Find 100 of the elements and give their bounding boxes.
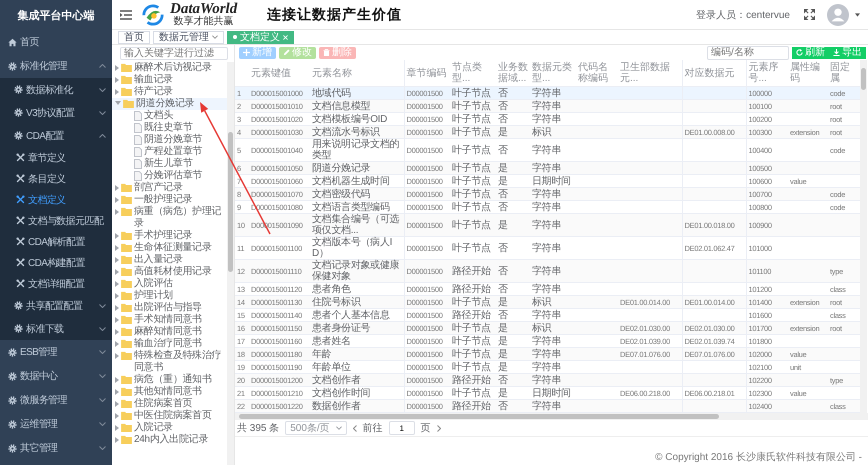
- vertical-scrollbar[interactable]: [860, 60, 867, 413]
- table-cell: 阴道分娩记录: [310, 162, 404, 174]
- menu-item[interactable]: 标准下载: [0, 317, 112, 340]
- folder-icon: [121, 231, 132, 240]
- table-cell: 字符串: [530, 188, 576, 200]
- chevron-up-icon: [99, 64, 106, 68]
- menu-item[interactable]: 其它管理: [0, 436, 112, 460]
- caret-down-icon[interactable]: [855, 12, 860, 16]
- tree-item[interactable]: 分娩评估章节: [112, 170, 227, 182]
- tree-item[interactable]: 手术护理记录: [112, 230, 227, 242]
- folder-icon: [121, 63, 132, 72]
- folder-icon: [121, 339, 132, 348]
- menu-item[interactable]: CDA解析配置: [0, 231, 112, 252]
- refresh-icon: [796, 49, 803, 56]
- user-label: 登录人员：centervue: [696, 8, 790, 22]
- gear-icon: [8, 420, 17, 428]
- menu-item[interactable]: 共享配置配置: [0, 294, 112, 317]
- table-cell: 否: [496, 260, 530, 282]
- pencil-icon: [283, 49, 290, 56]
- menu-item[interactable]: 微服务管理: [0, 388, 112, 412]
- menu-item[interactable]: CDA构建配置: [0, 252, 112, 273]
- table-cell: 文档流水号标识: [310, 126, 404, 138]
- tree-item[interactable]: 手术知情同意书: [112, 314, 227, 326]
- crossed-tools-icon: [16, 216, 25, 225]
- chevron-down-icon: [212, 35, 218, 39]
- tree-item[interactable]: 既往史章节: [112, 122, 227, 134]
- folder-icon: [121, 267, 132, 276]
- tree-item[interactable]: 病重（病危）护理记录: [112, 206, 227, 230]
- gear-icon: [14, 108, 23, 117]
- tree-item[interactable]: 中医住院病案首页: [112, 410, 227, 422]
- plus-icon: [243, 49, 250, 56]
- folder-icon: [121, 87, 132, 96]
- tree-item[interactable]: 高值耗材使用记录: [112, 266, 227, 278]
- menu-toggle-icon[interactable]: [120, 10, 132, 20]
- tree-item[interactable]: 生命体征测量记录: [112, 242, 227, 254]
- menu-item[interactable]: 条目定义: [0, 168, 112, 189]
- gear-icon: [14, 324, 23, 333]
- table-cell: 叶子节点: [450, 322, 496, 334]
- tree-item[interactable]: 出院评估与指导: [112, 302, 227, 314]
- tree-item[interactable]: 其他知情同意书: [112, 386, 227, 398]
- table-cell: 否: [496, 188, 530, 200]
- gear-icon: [8, 396, 17, 404]
- menu-item[interactable]: 文档与数据元匹配: [0, 210, 112, 231]
- tree-item[interactable]: 剖宫产记录: [112, 182, 227, 194]
- tree-item[interactable]: 阴道分娩章节: [112, 134, 227, 146]
- tree-item[interactable]: 输血治疗同意书: [112, 338, 227, 350]
- horizontal-scrollbar[interactable]: [235, 413, 868, 420]
- chevron-down-icon: [99, 446, 106, 450]
- menu-item[interactable]: 文档定义: [0, 189, 112, 210]
- folder-icon: [121, 351, 132, 360]
- chevron-left-icon[interactable]: [352, 424, 357, 432]
- menu-item[interactable]: 数据中心: [0, 364, 112, 388]
- total-count: 共 395 条: [237, 422, 280, 435]
- tree-item[interactable]: 阴道分娩记录: [112, 98, 227, 110]
- tree-item[interactable]: 入院记录: [112, 422, 227, 434]
- tree-item[interactable]: 新生儿章节: [112, 158, 227, 170]
- menu-item[interactable]: 标准化管理: [0, 54, 112, 78]
- page-input[interactable]: 1: [388, 421, 415, 435]
- tree-item[interactable]: 入院评估: [112, 278, 227, 290]
- folder-icon: [121, 291, 132, 300]
- tree-item[interactable]: 出入量记录: [112, 254, 227, 266]
- tab[interactable]: 首页: [118, 30, 150, 44]
- folder-icon: [121, 315, 132, 324]
- gear-icon: [8, 62, 17, 70]
- chevron-right-icon[interactable]: [436, 424, 441, 432]
- menu-item[interactable]: ESB管理: [0, 340, 112, 364]
- table-cell: 字符串: [530, 348, 576, 360]
- tree-item[interactable]: 特殊检查及特殊治疗同意书: [112, 350, 227, 374]
- menu-item[interactable]: 章节定义: [0, 147, 112, 168]
- brand-name: DataWorld: [170, 2, 238, 17]
- search-field[interactable]: 编码/名称: [707, 46, 789, 60]
- tree-item[interactable]: 住院病案首页: [112, 398, 227, 410]
- menu-item[interactable]: 数据标准化: [0, 78, 112, 101]
- tree-item[interactable]: 产程处置章节: [112, 146, 227, 158]
- chevron-down-icon: [99, 326, 106, 330]
- table-cell: 文档密级代码: [310, 188, 404, 200]
- folder-icon: [121, 411, 132, 420]
- menu-item[interactable]: 首页: [0, 30, 112, 54]
- tab[interactable]: 数据元管理: [153, 30, 224, 44]
- tree-item[interactable]: 待产记录: [112, 86, 227, 98]
- menu-item[interactable]: 文档详细配置: [0, 273, 112, 294]
- crossed-tools-icon: [16, 258, 25, 267]
- tree-item[interactable]: 护理计划: [112, 290, 227, 302]
- table-cell: 否: [496, 374, 530, 386]
- folder-icon: [123, 99, 134, 108]
- fullscreen-icon[interactable]: [804, 9, 815, 20]
- vertical-scrollbar[interactable]: [227, 62, 234, 465]
- tree-item[interactable]: 一般护理记录: [112, 194, 227, 206]
- tree-item[interactable]: 输血记录: [112, 74, 227, 86]
- app-title: 集成平台中心端: [16, 8, 96, 24]
- tree-item[interactable]: 文档头: [112, 110, 227, 122]
- chevron-up-icon: [99, 134, 106, 138]
- menu-item[interactable]: V3协议配置: [0, 101, 112, 124]
- tree-item[interactable]: 麻醉知情同意书: [112, 326, 227, 338]
- tree-item[interactable]: 24h内入出院记录: [112, 434, 227, 446]
- menu-item[interactable]: 运维管理: [0, 412, 112, 436]
- close-icon[interactable]: [283, 34, 288, 40]
- menu-item[interactable]: CDA配置: [0, 124, 112, 147]
- folder-icon: [121, 207, 132, 216]
- tree-item[interactable]: 病危（重）通知书: [112, 374, 227, 386]
